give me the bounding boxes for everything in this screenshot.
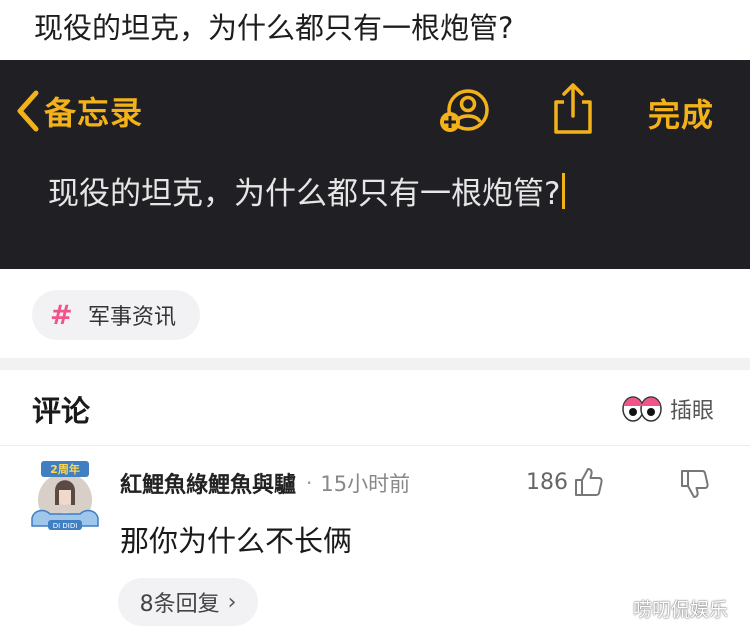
peek-button[interactable]: 插眼 [622, 392, 714, 426]
notes-back-button: 备忘录 [14, 86, 143, 136]
peek-label: 插眼 [670, 399, 715, 424]
section-divider [0, 358, 750, 370]
eyes-icon [622, 396, 662, 422]
text-caret [562, 172, 566, 209]
post-title: 现役的坦克，为什么都只有一根炮管? [34, 11, 514, 45]
notes-back-label: 备忘录 [44, 94, 144, 132]
comment-time: 15小时前 [320, 472, 411, 496]
divider-line [0, 445, 750, 446]
avatar-tag: DI DIDI [53, 522, 78, 530]
comment-text: 那你为什么不长俩 [120, 524, 353, 558]
comments-heading: 评论 [32, 394, 91, 428]
replies-label: 8条回复 [139, 592, 220, 617]
share-icon [554, 83, 592, 134]
avatar[interactable]: DI DIDI 2周年 [24, 460, 106, 538]
topic-label: 军事资讯 [88, 305, 177, 330]
chevron-left-icon [17, 90, 39, 132]
hashtag-icon: # [50, 299, 73, 331]
author-name[interactable]: 紅鯉魚綠鯉魚與驢 [120, 467, 296, 499]
like-count: 186 [526, 470, 568, 495]
notes-screenshot: 备忘录 完成 现役的坦克，为什么都只有一根炮管? [0, 60, 750, 269]
note-body: 现役的坦克，为什么都只有一根炮管? [48, 168, 566, 213]
note-text: 现役的坦克，为什么都只有一根炮管? [48, 176, 561, 212]
comment-meta: 紅鯉魚綠鯉魚與驢 · 15小时前 [120, 468, 410, 498]
topic-chip[interactable]: # 军事资讯 [32, 290, 200, 340]
thumbs-up-icon[interactable] [572, 466, 604, 498]
notes-done-button: 完成 [648, 96, 715, 134]
dot-separator: · [306, 471, 313, 495]
avatar-image: DI DIDI 2周年 [31, 461, 99, 530]
thumbs-down-icon[interactable] [678, 468, 710, 500]
chevron-right-icon: › [227, 589, 237, 615]
view-replies-button[interactable]: 8条回复 › [118, 578, 258, 626]
add-person-icon [440, 89, 489, 132]
avatar-badge: 2周年 [50, 462, 80, 476]
watermark: 唠叨侃娱乐 [633, 599, 729, 621]
